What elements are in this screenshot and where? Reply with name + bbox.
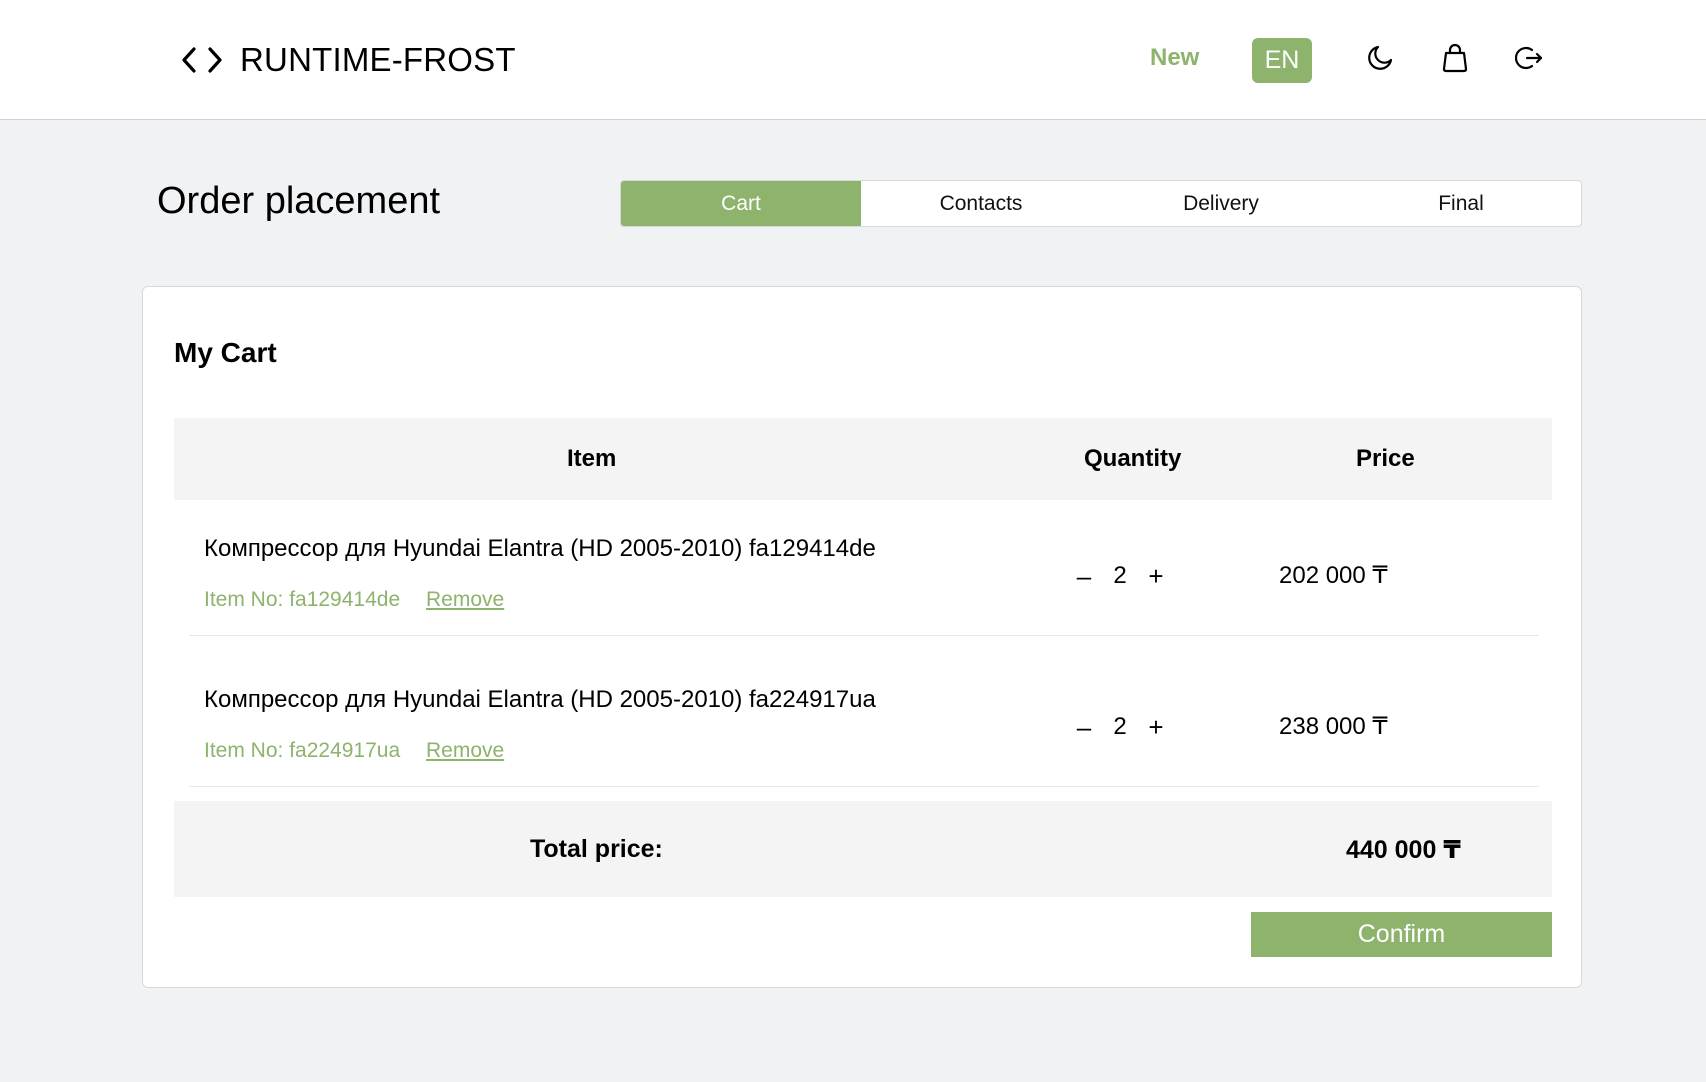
brand-name: RUNTIME-FROST (240, 41, 516, 78)
bag-icon (1440, 42, 1470, 79)
new-products-link[interactable]: New (1150, 44, 1199, 72)
language-switch-button[interactable]: EN (1252, 38, 1312, 83)
table-header: Item Quantity Price (174, 418, 1552, 500)
increase-quantity-button[interactable]: + (1143, 561, 1169, 591)
table-row: Компрессор для Hyundai Elantra (HD 2005-… (189, 500, 1539, 636)
column-header-price: Price (1356, 445, 1415, 472)
decrease-quantity-button[interactable]: – (1071, 561, 1097, 591)
total-price-label: Total price: (530, 835, 663, 863)
total-price-value: 440 000 ₸ (1346, 836, 1461, 864)
cart-card: My Cart Item Quantity Price Компрессор д… (142, 286, 1582, 988)
column-header-quantity: Quantity (1084, 445, 1182, 472)
cart-title: My Cart (174, 337, 277, 368)
brand-logo-link[interactable]: RUNTIME-FROST (180, 38, 516, 82)
quantity-stepper: – 2 + (1071, 561, 1169, 591)
remove-item-link[interactable]: Remove (426, 588, 504, 612)
item-price: 202 000 ₸ (1279, 562, 1388, 589)
increase-quantity-button[interactable]: + (1143, 712, 1169, 742)
step-cart[interactable]: Cart (621, 181, 861, 226)
total-row: Total price: 440 000 ₸ (174, 801, 1552, 897)
page-title: Order placement (157, 180, 441, 222)
quantity-stepper: – 2 + (1071, 712, 1169, 742)
step-delivery[interactable]: Delivery (1101, 181, 1341, 226)
step-final[interactable]: Final (1341, 181, 1581, 226)
theme-toggle-button[interactable] (1362, 42, 1398, 78)
table-row: Компрессор для Hyundai Elantra (HD 2005-… (189, 651, 1539, 787)
item-name: Компрессор для Hyundai Elantra (HD 2005-… (204, 686, 876, 713)
column-header-item: Item (567, 445, 617, 472)
code-icon (180, 45, 224, 75)
item-number: Item No: fa129414de (204, 588, 401, 611)
logout-icon (1514, 43, 1545, 78)
item-name: Компрессор для Hyundai Elantra (HD 2005-… (204, 535, 876, 562)
decrease-quantity-button[interactable]: – (1071, 712, 1097, 742)
top-navigation-bar: RUNTIME-FROST New EN (0, 0, 1706, 120)
logout-button[interactable] (1512, 42, 1548, 78)
item-price: 238 000 ₸ (1279, 713, 1388, 740)
confirm-button[interactable]: Confirm (1251, 912, 1552, 957)
step-contacts[interactable]: Contacts (861, 181, 1101, 226)
quantity-value: 2 (1113, 713, 1127, 740)
item-number: Item No: fa224917ua (204, 739, 401, 762)
cart-button[interactable] (1437, 42, 1473, 78)
remove-item-link[interactable]: Remove (426, 739, 504, 763)
order-steps-nav: Cart Contacts Delivery Final (620, 180, 1582, 227)
moon-icon (1365, 43, 1395, 78)
quantity-value: 2 (1113, 562, 1127, 589)
